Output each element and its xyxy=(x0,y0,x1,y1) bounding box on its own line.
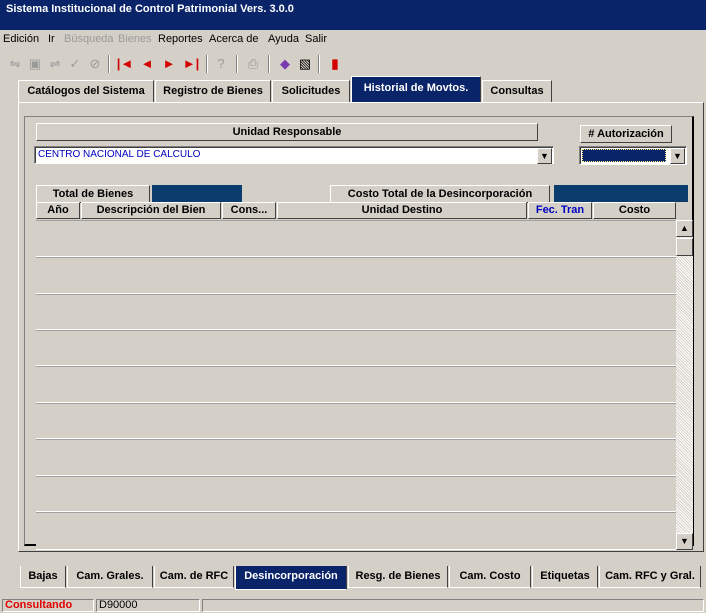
toolbar-separator xyxy=(236,55,238,73)
menu-ir[interactable]: Ir xyxy=(48,33,55,45)
tab-cam-grales[interactable]: Cam. Grales. xyxy=(67,566,153,588)
menu-edicion[interactable]: Edición xyxy=(3,33,39,45)
unidad-responsable-combo[interactable]: CENTRO NACIONAL DE CALCULO ▼ xyxy=(34,146,554,164)
cancel-icon[interactable]: ⊘ xyxy=(86,55,104,73)
toolbar: ⇋ ▣ ⇌ ✓ ⊘ |◄ ◄ ► ►| ? ⎙ ◆ ▧ ▮ xyxy=(0,52,706,76)
column-header-costo[interactable]: Costo xyxy=(593,202,676,219)
status-code: D90000 xyxy=(96,599,200,612)
tab-cam-costo[interactable]: Cam. Costo xyxy=(449,566,531,588)
table-row[interactable] xyxy=(36,330,676,366)
scroll-thumb[interactable] xyxy=(676,238,693,256)
unidad-responsable-value: CENTRO NACIONAL DE CALCULO xyxy=(38,149,201,160)
tab-solicitudes[interactable]: Solicitudes xyxy=(272,80,350,102)
menu-salir[interactable]: Salir xyxy=(305,33,327,45)
toolbar-separator xyxy=(268,55,270,73)
menu-acerca-de[interactable]: Acerca de xyxy=(209,33,259,45)
tab-cam-rfc[interactable]: Cam. de RFC xyxy=(154,566,234,588)
tab-consultas[interactable]: Consultas xyxy=(482,80,552,102)
tab-historial-movtos[interactable]: Historial de Movtos. xyxy=(351,76,481,102)
costo-total-label: Costo Total de la Desincorporación xyxy=(330,185,550,203)
print-icon[interactable]: ⎙ xyxy=(244,55,262,73)
total-bienes-value xyxy=(152,185,242,202)
status-bar: Consultando D90000 xyxy=(0,598,706,613)
table-row[interactable] xyxy=(36,476,676,512)
table-row[interactable] xyxy=(36,512,676,550)
tab-bajas[interactable]: Bajas xyxy=(20,566,66,588)
column-header-cons[interactable]: Cons... xyxy=(222,202,276,219)
toolbar-separator xyxy=(108,55,110,73)
first-record-icon[interactable]: |◄ xyxy=(116,55,134,73)
window-title-bar: Sistema Institucional de Control Patrimo… xyxy=(0,0,706,30)
column-header-descripcion[interactable]: Descripción del Bien xyxy=(81,202,221,219)
erase-icon[interactable]: ◆ xyxy=(276,55,294,73)
status-panel xyxy=(202,599,704,612)
table-row[interactable] xyxy=(36,366,676,403)
menu-ayuda[interactable]: Ayuda xyxy=(268,33,299,45)
check-icon[interactable]: ✓ xyxy=(66,55,84,73)
previous-record-icon[interactable]: ◄ xyxy=(138,55,156,73)
total-bienes-label: Total de Bienes xyxy=(36,185,150,203)
scroll-up-icon[interactable]: ▲ xyxy=(676,220,693,237)
status-mode: Consultando xyxy=(2,599,94,612)
column-header-fec-tran[interactable]: Fec. Tran xyxy=(528,202,592,219)
table-row[interactable] xyxy=(36,403,676,439)
exit-icon[interactable]: ▮ xyxy=(326,55,344,73)
column-header-ano[interactable]: Año xyxy=(36,202,80,219)
toolbar-separator xyxy=(206,55,208,73)
menu-busqueda[interactable]: Búsqueda xyxy=(64,33,114,45)
menu-bienes[interactable]: Bienes xyxy=(118,33,152,45)
clear-icon[interactable]: ▣ xyxy=(26,55,44,73)
data-grid[interactable] xyxy=(36,220,676,550)
next-record-icon[interactable]: ► xyxy=(160,55,178,73)
tab-etiquetas[interactable]: Etiquetas xyxy=(532,566,598,588)
unidad-responsable-label: Unidad Responsable xyxy=(36,123,538,141)
autorizacion-value xyxy=(582,149,666,162)
costo-total-value xyxy=(554,185,688,202)
add-icon[interactable]: ⇋ xyxy=(6,55,24,73)
window-title: Sistema Institucional de Control Patrimo… xyxy=(6,3,294,15)
table-row[interactable] xyxy=(36,220,676,257)
tab-registro-bienes[interactable]: Registro de Bienes xyxy=(155,80,271,102)
table-row[interactable] xyxy=(36,294,676,330)
chevron-down-icon[interactable]: ▼ xyxy=(537,148,552,164)
table-row[interactable] xyxy=(36,257,676,294)
query-icon[interactable]: ? xyxy=(212,55,230,73)
menu-bar: Edición Ir Búsqueda Bienes Reportes Acer… xyxy=(0,30,706,50)
column-header-unidad-destino[interactable]: Unidad Destino xyxy=(277,202,527,219)
tab-catalogos[interactable]: Catálogos del Sistema xyxy=(18,80,154,102)
tab-cam-rfc-gral[interactable]: Cam. RFC y Gral. xyxy=(599,566,701,588)
menu-reportes[interactable]: Reportes xyxy=(158,33,203,45)
edit-icon[interactable]: ⇌ xyxy=(46,55,64,73)
vertical-scrollbar[interactable]: ▲ ▼ xyxy=(676,220,693,550)
last-record-icon[interactable]: ►| xyxy=(182,55,200,73)
toolbar-separator xyxy=(318,55,320,73)
save-icon[interactable]: ▧ xyxy=(296,55,314,73)
autorizacion-combo[interactable]: ▼ xyxy=(579,146,687,165)
autorizacion-label: # Autorización xyxy=(580,125,672,143)
scroll-down-icon[interactable]: ▼ xyxy=(676,533,693,550)
tab-desincorporacion[interactable]: Desincorporación xyxy=(235,566,347,590)
chevron-down-icon[interactable]: ▼ xyxy=(670,148,685,164)
table-row[interactable] xyxy=(36,439,676,476)
tab-resg-bienes[interactable]: Resg. de Bienes xyxy=(348,566,448,588)
